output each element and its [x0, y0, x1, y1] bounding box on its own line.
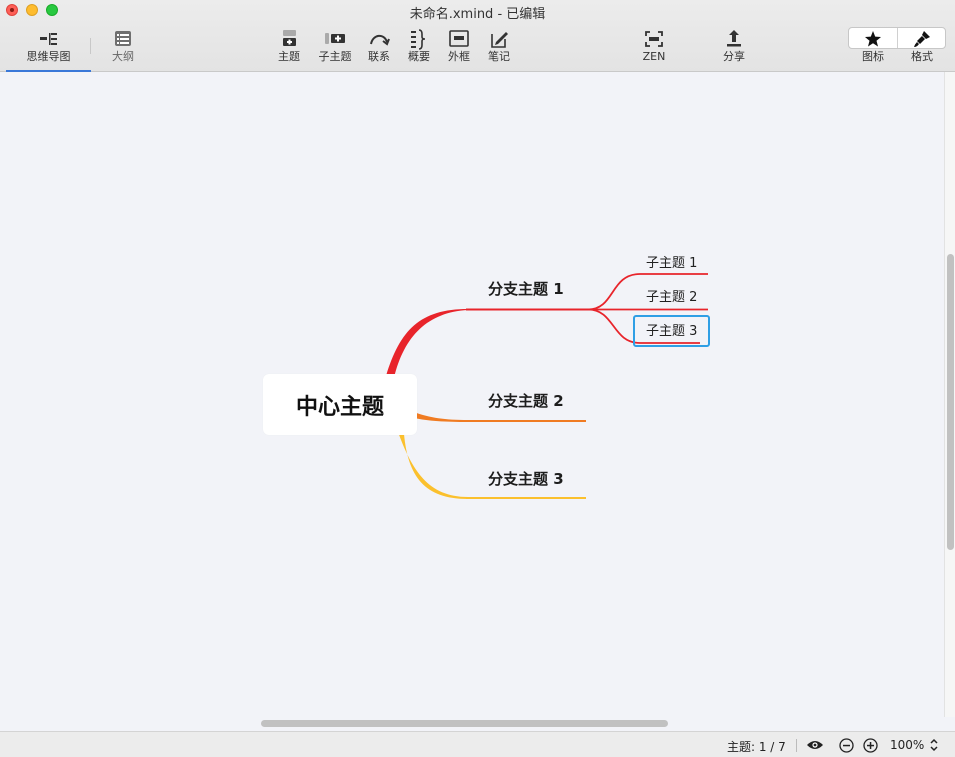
connector-branch-1	[386, 309, 468, 378]
horizontal-scroll-thumb[interactable]	[261, 720, 668, 727]
central-topic[interactable]: 中心主题	[263, 374, 417, 435]
subtopic-2[interactable]: 子主题 2	[646, 286, 697, 305]
zoom-stepper-icon[interactable]	[929, 737, 939, 753]
connector-branch-2	[414, 412, 468, 422]
status-bar: 主题: 1 / 7 100%	[0, 731, 955, 757]
branch-topic-1[interactable]: 分支主题 1	[488, 278, 564, 299]
connector-branch-3	[398, 432, 468, 499]
zoom-out-icon[interactable]	[839, 738, 854, 753]
topic-count: 主题: 1 / 7	[727, 740, 786, 754]
zoom-level[interactable]: 100%	[890, 738, 924, 752]
branch-topic-3[interactable]: 分支主题 3	[488, 468, 564, 489]
zoom-in-icon[interactable]	[863, 738, 878, 753]
subtopic-3[interactable]: 子主题 3	[646, 320, 697, 339]
branch-topic-2[interactable]: 分支主题 2	[488, 390, 564, 411]
eye-icon[interactable]	[806, 739, 824, 751]
subtopic-1[interactable]: 子主题 1	[646, 252, 697, 271]
status-divider	[796, 739, 797, 752]
vertical-scroll-thumb[interactable]	[947, 254, 954, 550]
mindmap-connections	[386, 273, 708, 499]
